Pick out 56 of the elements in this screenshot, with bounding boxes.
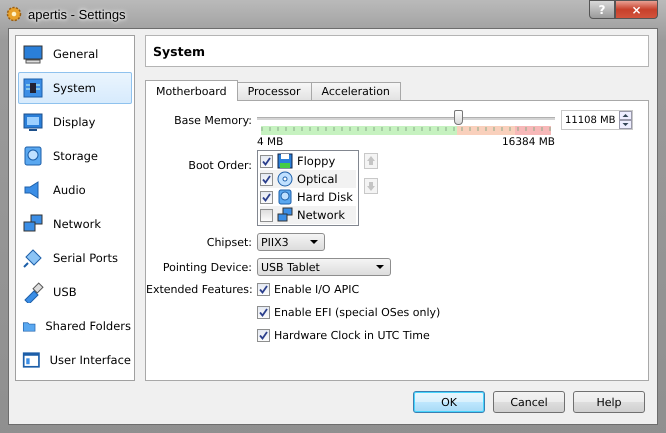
sidebar-item[interactable]: USB bbox=[18, 276, 132, 308]
field-label: Chipset: bbox=[206, 236, 253, 248]
window-title: apertis - Settings bbox=[28, 6, 126, 22]
checkbox[interactable] bbox=[260, 190, 273, 204]
cancel-button[interactable]: Cancel bbox=[493, 391, 565, 413]
checkbox[interactable] bbox=[260, 172, 273, 186]
field-label: Base Memory: bbox=[173, 113, 253, 127]
checkbox[interactable] bbox=[260, 208, 273, 222]
ok-button[interactable]: OK bbox=[413, 391, 485, 413]
min-label: 4 MB bbox=[257, 136, 284, 148]
caret-icon bbox=[310, 240, 318, 244]
checkbox-label: Hardware Clock in UTC Time bbox=[274, 329, 430, 342]
caret-icon bbox=[376, 265, 384, 269]
network-icon bbox=[277, 207, 293, 223]
field-label: Pointing Device: bbox=[162, 260, 253, 274]
pointing-device-dropdown[interactable]: USB Tablet bbox=[257, 258, 391, 276]
checkbox[interactable] bbox=[260, 154, 273, 168]
slider-thumb[interactable] bbox=[454, 110, 464, 125]
memory-slider[interactable] bbox=[257, 110, 555, 126]
sidebar-item[interactable]: Network bbox=[18, 208, 132, 240]
chipset-dropdown[interactable]: PIIX3 bbox=[257, 233, 325, 251]
display-icon bbox=[22, 111, 44, 133]
tab[interactable]: Processor bbox=[236, 82, 312, 100]
disc-icon bbox=[277, 171, 293, 187]
sidebar-item[interactable]: User Interface bbox=[18, 344, 132, 376]
memory-spinbox[interactable]: 11108 MB bbox=[561, 110, 633, 130]
tab[interactable]: Motherboard bbox=[145, 80, 238, 101]
help-button[interactable]: Help bbox=[573, 391, 645, 413]
sidebar-item[interactable]: Display bbox=[18, 106, 132, 138]
checkbox[interactable] bbox=[257, 283, 270, 296]
checkbox[interactable] bbox=[257, 306, 270, 319]
monitor-icon bbox=[22, 43, 44, 65]
checkbox-label: Enable EFI (special OSes only) bbox=[274, 306, 440, 319]
sidebar-item[interactable]: Serial Ports bbox=[18, 242, 132, 274]
sidebar-item[interactable]: Audio bbox=[18, 174, 132, 206]
sidebar-item[interactable]: System bbox=[18, 72, 132, 104]
sidebar-item[interactable]: General bbox=[18, 38, 132, 70]
checkbox[interactable] bbox=[257, 329, 270, 342]
chip-icon bbox=[22, 77, 44, 99]
close-button[interactable]: × bbox=[615, 0, 658, 19]
gear-icon bbox=[6, 6, 22, 22]
tab[interactable]: Acceleration bbox=[310, 82, 401, 100]
max-label: 16384 MB bbox=[502, 136, 555, 148]
usb-icon bbox=[22, 281, 44, 303]
checkbox-label: Enable I/O APIC bbox=[274, 283, 360, 296]
field-label: Extended Features: bbox=[146, 283, 254, 296]
boot-device-label: Hard Disk bbox=[297, 190, 353, 204]
page-title: System bbox=[153, 44, 206, 58]
sidebar-item[interactable]: Shared Folders bbox=[18, 310, 132, 342]
spin-arrows-icon bbox=[619, 111, 632, 129]
boot-device-label: Network bbox=[297, 208, 346, 222]
sidebar-item[interactable]: Storage bbox=[18, 140, 132, 172]
boot-device-label: Optical bbox=[297, 172, 338, 186]
field-label: Boot Order: bbox=[187, 158, 253, 172]
boot-device-label: Floppy bbox=[297, 154, 336, 168]
floppy-icon bbox=[277, 153, 293, 169]
